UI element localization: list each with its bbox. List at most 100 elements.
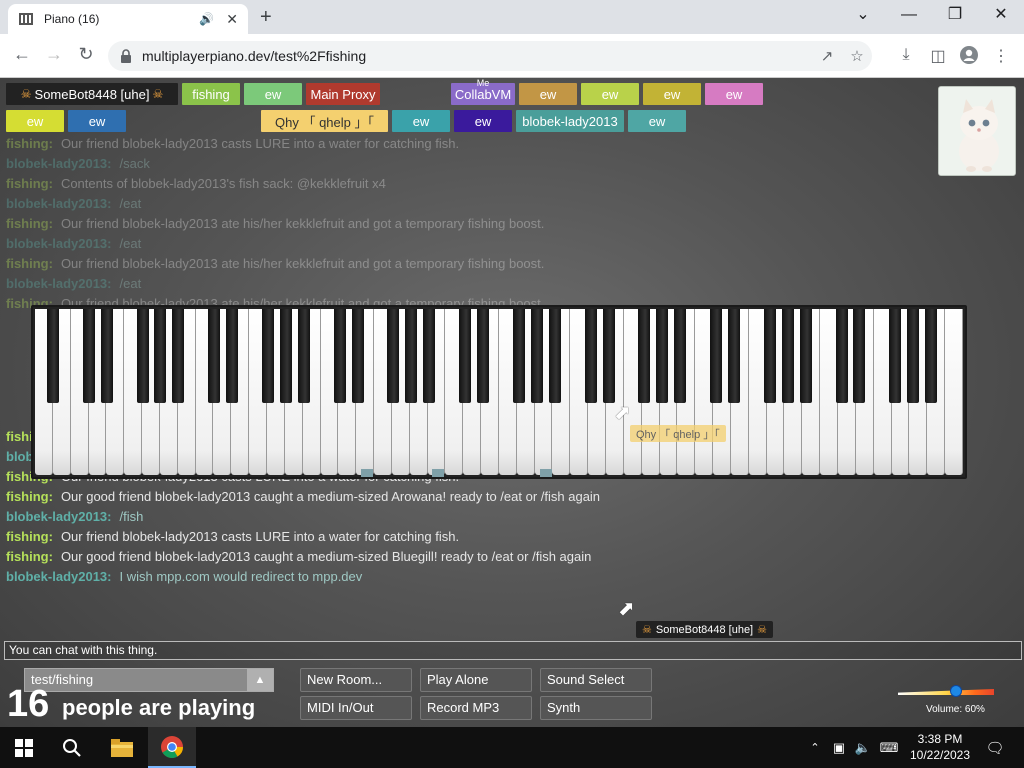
- black-key[interactable]: [853, 309, 866, 403]
- record-mp3-button[interactable]: Record MP3: [420, 696, 532, 720]
- black-key[interactable]: [387, 309, 400, 403]
- black-key[interactable]: [172, 309, 185, 403]
- volume-muted-icon[interactable]: 🔈: [852, 727, 874, 768]
- participant-name: blobek-lady2013: [522, 113, 618, 129]
- participant-tag[interactable]: ew: [581, 83, 639, 105]
- black-key[interactable]: [226, 309, 239, 403]
- black-key[interactable]: [154, 309, 167, 403]
- participant-tag[interactable]: CollabVM Me: [451, 78, 515, 105]
- reload-icon[interactable]: ↻: [74, 44, 98, 65]
- black-key[interactable]: [656, 309, 669, 403]
- new-room-button[interactable]: New Room...: [300, 668, 412, 692]
- close-tab-icon[interactable]: ✕: [226, 11, 238, 28]
- file-explorer-icon[interactable]: [98, 727, 146, 768]
- network-icon[interactable]: ▣: [828, 727, 850, 768]
- forward-icon[interactable]: →: [42, 44, 66, 65]
- black-key[interactable]: [548, 309, 561, 403]
- participant-tag[interactable]: blobek-lady2013: [516, 110, 624, 132]
- black-key[interactable]: [279, 309, 292, 403]
- window-close-icon[interactable]: ✕: [978, 4, 1024, 26]
- minimize-icon[interactable]: —: [886, 4, 932, 26]
- participant-tag[interactable]: ew: [454, 110, 512, 132]
- black-key[interactable]: [262, 309, 274, 403]
- browser-tab[interactable]: Piano (16) 🔊 ✕: [8, 4, 248, 34]
- midi-button[interactable]: MIDI In/Out: [300, 696, 412, 720]
- black-key[interactable]: [602, 309, 615, 403]
- participant-tag[interactable]: ew: [705, 83, 763, 105]
- black-key[interactable]: [333, 309, 346, 403]
- black-key[interactable]: [781, 309, 794, 403]
- black-key[interactable]: [351, 309, 364, 403]
- black-key[interactable]: [530, 309, 543, 403]
- back-icon[interactable]: ←: [10, 44, 34, 65]
- black-key[interactable]: [925, 309, 938, 403]
- black-key[interactable]: [136, 309, 149, 403]
- chat-input[interactable]: You can chat with this thing.: [4, 641, 1022, 660]
- black-key[interactable]: [674, 309, 687, 403]
- tray-chevron-up-icon[interactable]: ⌃: [806, 727, 824, 768]
- black-key[interactable]: [459, 309, 472, 403]
- black-key[interactable]: [46, 309, 59, 403]
- black-key[interactable]: [907, 309, 920, 403]
- side-panel-icon[interactable]: ◫: [927, 46, 949, 66]
- restore-icon[interactable]: ❐: [932, 4, 978, 26]
- keyboard-icon[interactable]: ⌨: [876, 727, 902, 768]
- black-key[interactable]: [82, 309, 95, 403]
- black-key[interactable]: [512, 309, 525, 403]
- skull-icon: ☠: [152, 87, 164, 101]
- participant-tag[interactable]: Main Proxy: [306, 83, 380, 105]
- volume-track[interactable]: [898, 689, 994, 695]
- play-alone-button[interactable]: Play Alone: [420, 668, 532, 692]
- black-key[interactable]: [423, 309, 436, 403]
- chrome-taskbar-icon[interactable]: [148, 727, 196, 768]
- profile-avatar-icon[interactable]: [958, 46, 980, 69]
- clock[interactable]: 3:38 PM 10/22/2023: [905, 731, 975, 763]
- piano-keyboard[interactable]: [31, 305, 967, 479]
- download-icon[interactable]: ⤓: [895, 46, 917, 64]
- black-key[interactable]: [835, 309, 848, 403]
- notifications-icon[interactable]: 🗨: [980, 727, 1010, 768]
- black-key[interactable]: [584, 309, 597, 403]
- white-key[interactable]: [945, 309, 963, 475]
- volume-knob[interactable]: [949, 685, 962, 697]
- address-bar[interactable]: multiplayerpiano.dev/test%2Ffishing ↗ ☆: [108, 41, 872, 71]
- sound-select-button[interactable]: Sound Select: [540, 668, 652, 692]
- new-tab-icon[interactable]: +: [260, 6, 272, 29]
- share-icon[interactable]: ↗: [812, 47, 842, 65]
- lock-icon[interactable]: [120, 49, 132, 63]
- black-key[interactable]: [889, 309, 902, 403]
- black-key[interactable]: [405, 309, 418, 403]
- participant-tag[interactable]: ew: [6, 110, 64, 132]
- black-key[interactable]: [710, 309, 723, 403]
- tab-search-icon[interactable]: ⌄: [840, 4, 886, 26]
- volume-slider[interactable]: [898, 685, 994, 697]
- black-key[interactable]: [208, 309, 221, 403]
- menu-kebab-icon[interactable]: ⋮: [990, 46, 1012, 66]
- black-key[interactable]: [638, 309, 651, 403]
- participant-tag[interactable]: ew: [628, 110, 686, 132]
- participant-tag[interactable]: ew: [68, 110, 126, 132]
- search-icon[interactable]: [48, 727, 96, 768]
- black-key[interactable]: [728, 309, 740, 403]
- windows-start-icon[interactable]: [0, 727, 48, 768]
- black-key[interactable]: [297, 309, 310, 403]
- audio-playing-icon[interactable]: 🔊: [199, 12, 214, 26]
- bookmark-star-icon[interactable]: ☆: [842, 47, 872, 65]
- chat-author: blobek-lady2013:: [6, 196, 112, 211]
- chat-message: blobek-lady2013: /sack: [6, 154, 906, 174]
- participant-tag[interactable]: ☠ SomeBot8448 [uhe] ☠: [6, 83, 178, 105]
- chat-author: fishing:: [6, 176, 53, 191]
- black-key[interactable]: [799, 309, 812, 403]
- participant-tag[interactable]: ew: [244, 83, 302, 105]
- black-key[interactable]: [477, 309, 490, 403]
- black-key[interactable]: [763, 309, 776, 403]
- synth-button[interactable]: Synth: [540, 696, 652, 720]
- chevron-up-icon[interactable]: ▲: [247, 669, 273, 691]
- participant-tag[interactable]: fishing: [182, 83, 240, 105]
- participant-tag[interactable]: ew: [519, 83, 577, 105]
- room-select[interactable]: test/fishing ▲: [24, 668, 274, 692]
- participant-tag[interactable]: ew: [392, 110, 450, 132]
- participant-tag[interactable]: Qhy 「 qhelp 」「: [261, 110, 388, 132]
- black-key[interactable]: [100, 309, 113, 403]
- participant-tag[interactable]: ew: [643, 83, 701, 105]
